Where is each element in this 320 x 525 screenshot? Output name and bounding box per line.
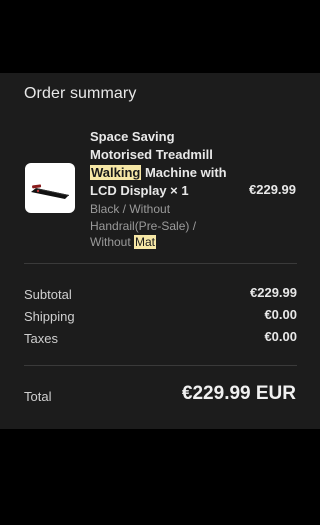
shipping-row: Shipping €0.00 [24, 307, 297, 325]
product-price: €229.99 [249, 182, 296, 197]
product-variant-highlight: Mat [134, 235, 157, 249]
order-summary-heading: Order summary [24, 85, 137, 102]
shipping-value: €0.00 [264, 307, 297, 322]
total-label: Total [24, 389, 52, 404]
subtotal-label: Subtotal [24, 287, 72, 302]
divider [24, 365, 297, 366]
subtotal-value: €229.99 [250, 285, 297, 300]
product-variant: Black / Without Handrail(Pre-Sale) / Wit… [90, 201, 220, 251]
product-title-part: Space Saving Motorised Treadmill [90, 129, 213, 162]
taxes-value: €0.00 [264, 329, 297, 344]
treadmill-icon [31, 184, 69, 199]
taxes-label: Taxes [24, 331, 58, 346]
shipping-label: Shipping [24, 309, 75, 324]
total-value: €229.99 EUR [181, 383, 296, 404]
product-title-highlight: Walking [90, 165, 142, 180]
divider [24, 263, 297, 264]
subtotal-row: Subtotal €229.99 [24, 285, 297, 303]
order-summary-panel: Order summary Space Saving Motorised Tre… [0, 73, 320, 429]
product-thumbnail [25, 163, 75, 213]
taxes-row: Taxes €0.00 [24, 329, 297, 347]
product-title: Space Saving Motorised Treadmill Walking… [90, 128, 240, 200]
